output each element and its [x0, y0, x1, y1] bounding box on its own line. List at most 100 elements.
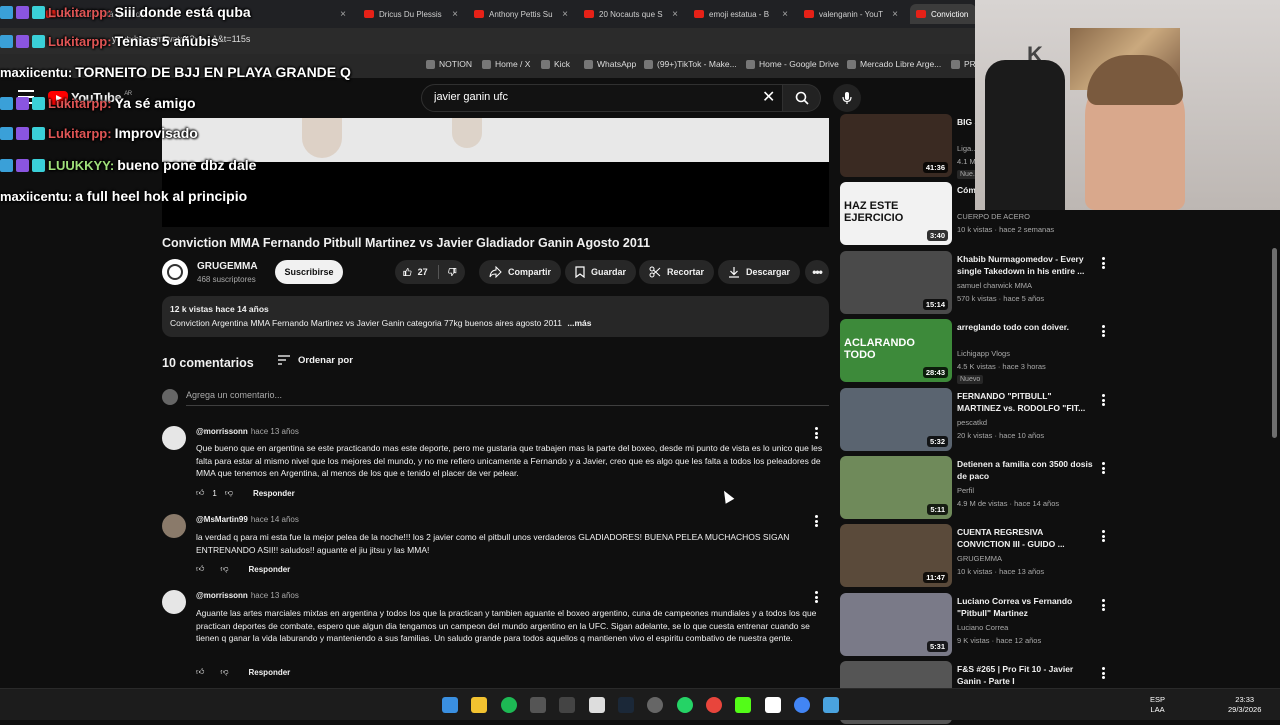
- video-thumbnail[interactable]: 11:47: [840, 524, 952, 587]
- voice-search-button[interactable]: [833, 84, 861, 112]
- reply-button[interactable]: Responder: [249, 565, 291, 574]
- reply-button[interactable]: Responder: [253, 489, 295, 498]
- more-actions-button[interactable]: •••: [805, 260, 829, 284]
- chrome-icon[interactable]: [706, 697, 722, 713]
- comment-author-handle[interactable]: @morrissonn: [196, 427, 248, 436]
- video-menu-icon[interactable]: [1102, 599, 1105, 611]
- video-menu-icon[interactable]: [1102, 394, 1105, 406]
- comment-dislike-icon[interactable]: 👎︎: [220, 667, 228, 677]
- chrome-active-icon[interactable]: [794, 697, 810, 713]
- obs-icon[interactable]: [647, 697, 663, 713]
- video-thumbnail[interactable]: 5:31: [840, 593, 952, 656]
- comment-dislike-icon[interactable]: 👎︎: [220, 564, 228, 574]
- video-menu-icon[interactable]: [1102, 667, 1105, 679]
- browser-tab[interactable]: Anthony Pettis Su ×: [468, 4, 574, 24]
- search-input[interactable]: [434, 91, 734, 103]
- related-video-channel[interactable]: pescatkd: [957, 418, 987, 427]
- clear-search-icon[interactable]: ✕: [762, 89, 775, 107]
- bookmark-item[interactable]: PR: [951, 59, 976, 69]
- language-indicator[interactable]: ESP LAA: [1150, 695, 1165, 715]
- store-icon[interactable]: [530, 697, 546, 713]
- subscribe-button[interactable]: Suscribirse: [275, 260, 343, 284]
- related-video-channel[interactable]: Luciano Correa: [957, 623, 1008, 632]
- related-video-item[interactable]: ACLARANDO TODO 28:43 arreglando todo con d…: [840, 319, 1110, 384]
- comment-like-icon[interactable]: 👍︎: [196, 488, 204, 498]
- bookmark-item[interactable]: NOTION: [426, 59, 472, 69]
- description-box[interactable]: [162, 296, 829, 337]
- related-video-channel[interactable]: CUERPO DE ACERO: [957, 212, 1030, 221]
- browser-tab[interactable]: emoji estatua - B ×: [688, 4, 794, 24]
- notepad-icon[interactable]: [823, 697, 839, 713]
- comment-avatar[interactable]: [162, 590, 186, 614]
- related-video-title[interactable]: F&S #265 | Pro Fit 10 - Javier Ganin - P…: [957, 663, 1095, 687]
- close-tab-icon[interactable]: ×: [782, 9, 788, 20]
- related-video-channel[interactable]: Perfil: [957, 486, 974, 495]
- related-video-item[interactable]: 5:32 FERNANDO "PITBULL" MARTINEZ vs. RODO…: [840, 388, 1110, 452]
- comment-menu-icon[interactable]: [815, 515, 818, 527]
- channel-name[interactable]: GRUGEMMA: [197, 261, 258, 272]
- close-tab-icon[interactable]: ×: [452, 9, 458, 20]
- related-video-title[interactable]: arreglando todo con doiver.: [957, 321, 1095, 333]
- thumbs-down-icon[interactable]: [448, 266, 457, 278]
- video-thumbnail[interactable]: ACLARANDO TODO 28:43: [840, 319, 952, 382]
- spotify-icon[interactable]: [501, 697, 517, 713]
- video-thumbnail[interactable]: 5:32: [840, 388, 952, 451]
- video-menu-icon[interactable]: [1102, 325, 1105, 337]
- bookmark-item[interactable]: Home / X: [482, 59, 530, 69]
- related-video-title[interactable]: FERNANDO "PITBULL" MARTINEZ vs. RODOLFO …: [957, 390, 1095, 414]
- steam-icon[interactable]: [618, 697, 634, 713]
- file-explorer-icon[interactable]: [471, 697, 487, 713]
- start-icon[interactable]: [442, 697, 458, 713]
- close-tab-icon[interactable]: ×: [340, 9, 346, 20]
- reply-button[interactable]: Responder: [249, 668, 291, 677]
- sort-button[interactable]: Ordenar por: [298, 355, 353, 366]
- clip-button[interactable]: Recortar: [639, 260, 715, 284]
- related-video-channel[interactable]: GRUGEMMA: [957, 554, 1002, 563]
- video-thumbnail[interactable]: 15:14: [840, 251, 952, 314]
- related-video-item[interactable]: 5:31 Luciano Correa vs Fernando "Pitbull"…: [840, 593, 1110, 657]
- related-video-title[interactable]: CUENTA REGRESIVA CONVICTION III - GUIDO …: [957, 526, 1095, 550]
- comment-author[interactable]: @morrissonn hace 13 años: [196, 427, 299, 436]
- kick-icon[interactable]: [735, 697, 751, 713]
- video-thumbnail[interactable]: HAZ ESTE EJERCICIO 3:40: [840, 182, 952, 245]
- close-tab-icon[interactable]: ×: [672, 9, 678, 20]
- share-button[interactable]: Compartir: [479, 260, 562, 284]
- bookmark-item[interactable]: Home - Google Drive: [746, 59, 839, 69]
- whatsapp-icon[interactable]: [677, 697, 693, 713]
- save-button[interactable]: Guardar: [565, 260, 637, 284]
- download-button[interactable]: Descargar: [718, 260, 801, 284]
- comment-time[interactable]: hace 13 años: [251, 591, 299, 600]
- browser-tab[interactable]: valenganin - YouT ×: [798, 4, 904, 24]
- comment-dislike-icon[interactable]: 👎︎: [225, 488, 233, 498]
- comment-author[interactable]: @MsMartin99 hace 14 años: [196, 515, 299, 524]
- comment-time[interactable]: hace 14 años: [251, 515, 299, 524]
- search-button[interactable]: [783, 84, 821, 112]
- close-tab-icon[interactable]: ×: [562, 9, 568, 20]
- browser-tab[interactable]: 20 Nocauts que S ×: [578, 4, 684, 24]
- video-menu-icon[interactable]: [1102, 257, 1105, 269]
- show-more-link[interactable]: ...más: [567, 318, 591, 328]
- related-video-item[interactable]: 5:11 Detienen a familia con 3500 dosis de…: [840, 456, 1110, 520]
- comment-author-handle[interactable]: @morrissonn: [196, 591, 248, 600]
- video-menu-icon[interactable]: [1102, 530, 1105, 542]
- bookmark-item[interactable]: Mercado Libre Arge...: [847, 59, 941, 69]
- comment-like-icon[interactable]: 👍︎: [196, 564, 204, 574]
- add-comment-input[interactable]: Agrega un comentario...: [186, 390, 282, 400]
- comment-author[interactable]: @morrissonn hace 13 años: [196, 591, 299, 600]
- comment-author-handle[interactable]: @MsMartin99: [196, 515, 248, 524]
- browser-tab[interactable]: Conviction: [910, 4, 976, 24]
- related-video-item[interactable]: 15:14 Khabib Nurmagomedov - Every single …: [840, 251, 1110, 315]
- video-thumbnail[interactable]: 5:11: [840, 456, 952, 519]
- comment-avatar[interactable]: [162, 426, 186, 450]
- related-video-title[interactable]: Luciano Correa vs Fernando "Pitbull" Mar…: [957, 595, 1095, 619]
- comment-avatar[interactable]: [162, 514, 186, 538]
- bookmark-item[interactable]: (99+)TikTok - Make...: [644, 59, 737, 69]
- video-thumbnail[interactable]: 41:36: [840, 114, 952, 177]
- related-video-channel[interactable]: Lichigapp Vlogs: [957, 349, 1010, 358]
- browser-tab[interactable]: Dricus Du Plessis ×: [358, 4, 464, 24]
- clock[interactable]: 23:33 29/3/2026: [1228, 695, 1261, 715]
- sort-icon[interactable]: [278, 354, 290, 366]
- video-player[interactable]: [162, 118, 829, 162]
- related-video-title[interactable]: Khabib Nurmagomedov - Every single Taked…: [957, 253, 1095, 277]
- search-box[interactable]: ✕: [421, 84, 783, 112]
